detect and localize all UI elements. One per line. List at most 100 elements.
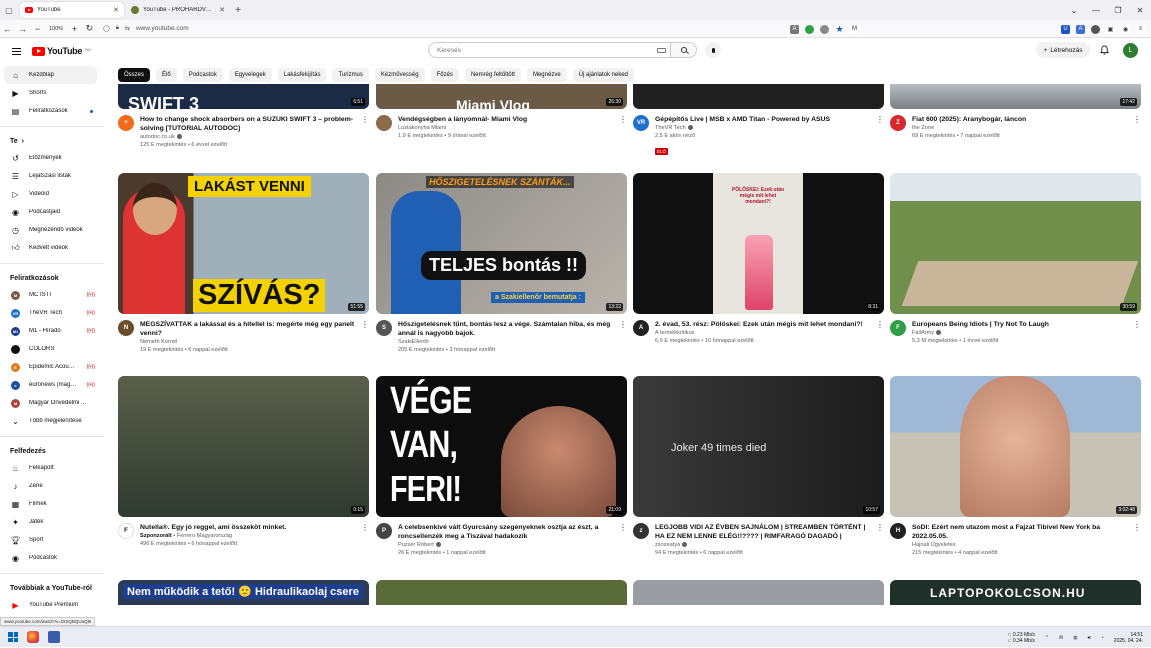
- video-card[interactable]: [376, 580, 627, 605]
- video-thumbnail[interactable]: HŐSZIGETELÉSNEK SZÁNTÁK... TELJES bontás …: [376, 173, 627, 314]
- translate-icon[interactable]: A: [1076, 24, 1085, 34]
- firefox-icon[interactable]: [27, 631, 39, 643]
- chip-filter[interactable]: Új ajánlatok neked: [572, 68, 635, 82]
- channel-name[interactable]: A termékkritikus: [655, 329, 874, 337]
- video-thumbnail[interactable]: PÖLÖSKEI: Ezek után mégis mit lehet mond…: [633, 173, 884, 314]
- create-button[interactable]: + Létrehozás: [1036, 42, 1090, 58]
- video-title[interactable]: Fiat 600 (2025): Aranybogár, láncon: [912, 115, 1131, 124]
- video-title[interactable]: Vendégségben a lányomnál- Miami Vlog: [398, 115, 617, 124]
- close-icon[interactable]: ✕: [219, 6, 225, 14]
- channel-name[interactable]: the Zone: [912, 124, 1131, 132]
- video-thumbnail[interactable]: [633, 84, 884, 109]
- show-more-button[interactable]: ⌄ Több megjelenítése: [4, 412, 97, 430]
- channel-name[interactable]: SzakiEllenőr: [398, 338, 617, 346]
- channel-avatar[interactable]: A: [633, 320, 649, 336]
- chip-filter[interactable]: Kézművesség: [374, 68, 425, 82]
- address-bar[interactable]: ◯ 🔒︎ ⇆ www.youtube.com: [103, 25, 189, 32]
- sidebar-item-home[interactable]: ⌂ Kezdőlap: [4, 66, 97, 84]
- zoom-out-icon[interactable]: −: [30, 24, 45, 34]
- bell-icon[interactable]: [1100, 45, 1109, 55]
- shield-icon[interactable]: ◯: [103, 25, 110, 32]
- sidebar-item-explore-4[interactable]: 🏆︎ Sport: [4, 531, 97, 549]
- video-thumbnail[interactable]: 0:15: [118, 376, 369, 517]
- video-thumbnail[interactable]: 30:59: [890, 173, 1141, 314]
- chip-filter[interactable]: Turizmus: [332, 68, 369, 82]
- channel-avatar[interactable]: Z: [890, 115, 906, 131]
- channel-name[interactable]: autodoc.co.uk: [140, 133, 359, 141]
- video-thumbnail[interactable]: SWIFT 3 6:51: [118, 84, 369, 109]
- zoom-level[interactable]: 100%: [45, 26, 67, 32]
- reload-icon[interactable]: ↻: [82, 23, 97, 34]
- more-options-icon[interactable]: ⋮: [876, 320, 884, 329]
- more-options-icon[interactable]: ⋮: [361, 115, 369, 124]
- channel-avatar[interactable]: +: [118, 115, 134, 131]
- sidebar-item-explore-5[interactable]: ◉ Podcastok: [4, 549, 97, 567]
- video-card[interactable]: VÉGE VAN, FERI! 21:09 P A celebsenkivé vált G…: [376, 376, 627, 557]
- shield-icon[interactable]: [1091, 24, 1100, 34]
- sidebar-item-more-yt-0[interactable]: ▶ YouTube Premium: [4, 596, 97, 614]
- more-options-icon[interactable]: ⋮: [361, 523, 369, 532]
- close-window-icon[interactable]: ✕: [1129, 0, 1151, 20]
- video-title[interactable]: Gépépítős Live | MSB x AMD Titan - Power…: [655, 115, 874, 124]
- extension-icon[interactable]: [805, 24, 814, 34]
- sidebar-item-you-3[interactable]: ◉ Podcastjaid: [4, 203, 97, 221]
- channel-name[interactable]: TheVR Tech: [655, 124, 874, 132]
- close-icon[interactable]: ✕: [113, 6, 119, 14]
- sidebar-item-channel[interactable]: VR TheVR Tech ((•)): [4, 304, 97, 322]
- more-options-icon[interactable]: ⋮: [876, 115, 884, 124]
- video-card[interactable]: 0:15 F Nutella®. Egy jó reggel, ami összek…: [118, 376, 369, 548]
- video-thumbnail[interactable]: 17:42: [890, 84, 1141, 109]
- chip-filter[interactable]: Nemrég feltöltött: [464, 68, 521, 82]
- channel-avatar[interactable]: F: [118, 523, 134, 539]
- video-card[interactable]: 17:42 Z Fiat 600 (2025): Aranybogár, lánco…: [890, 84, 1141, 140]
- channel-name[interactable]: Hajnali Ügyeletes: [912, 541, 1131, 549]
- browser-tab-youtube[interactable]: YouTube ✕: [20, 2, 124, 18]
- pocket-icon[interactable]: ▣: [1106, 24, 1115, 34]
- video-card[interactable]: Joker 49 times died 10:57 z LEGJOBB VIDI AZ…: [633, 376, 884, 557]
- video-title[interactable]: A celebsenkivé vált Gyurcsány szegényekn…: [398, 523, 617, 541]
- restore-icon[interactable]: ❐: [1107, 0, 1129, 20]
- video-thumbnail[interactable]: LAPTOPOKOLCSON.HU: [890, 580, 1141, 605]
- app-icon[interactable]: [48, 631, 60, 643]
- channel-avatar[interactable]: F: [890, 320, 906, 336]
- chip-filter[interactable]: Főzés: [430, 68, 459, 82]
- sidebar-item-channel[interactable]: M1 M1 - Híradó ((•)): [4, 322, 97, 340]
- video-thumbnail[interactable]: Joker 49 times died 10:57: [633, 376, 884, 517]
- channel-name[interactable]: Puzsér Róbert: [398, 541, 617, 549]
- keyboard-icon[interactable]: [657, 47, 666, 53]
- video-card[interactable]: Nem működik a tető! 🙁 Hidraulikaolaj cse…: [118, 580, 369, 605]
- sidebar-item-you-1[interactable]: ☰ Lejátszási listák: [4, 167, 97, 185]
- new-tab-button[interactable]: +: [230, 5, 246, 16]
- volume-icon[interactable]: 🔊︎: [1088, 635, 1091, 641]
- chip-filter[interactable]: Élő: [156, 68, 177, 82]
- chip-filter[interactable]: Egyvelegek: [228, 68, 272, 82]
- mail-icon[interactable]: ✉: [1059, 635, 1063, 641]
- search-input[interactable]: [437, 46, 657, 54]
- sidebar-item-subscriptions[interactable]: ▤ Feliratkozások: [4, 102, 97, 120]
- channel-avatar[interactable]: N: [118, 320, 134, 336]
- video-card[interactable]: HŐSZIGETELÉSNEK SZÁNTÁK... TELJES bontás …: [376, 173, 627, 354]
- more-options-icon[interactable]: ⋮: [1133, 115, 1141, 124]
- chip-filter[interactable]: Megnézve: [526, 68, 567, 82]
- sidebar-item-channel[interactable]: COLORS: [4, 340, 97, 358]
- channel-name[interactable]: Lustakonyha Miami: [398, 124, 617, 132]
- channel-avatar[interactable]: P: [376, 523, 392, 539]
- video-title[interactable]: Nutella®. Egy jó reggel, ami összeköt mi…: [140, 523, 359, 532]
- tab-list-icon[interactable]: ▢: [0, 0, 18, 20]
- more-options-icon[interactable]: ⋮: [361, 320, 369, 329]
- translate-icon[interactable]: A: [790, 24, 799, 34]
- chip-filter[interactable]: Összes: [118, 68, 151, 82]
- channel-avatar[interactable]: H: [890, 523, 906, 539]
- sidebar-item-channel[interactable]: E Epidemic Acoustic ((•)): [4, 358, 97, 376]
- sidebar-item-explore-1[interactable]: ♪ Zene: [4, 477, 97, 495]
- video-thumbnail[interactable]: [633, 580, 884, 605]
- lock-icon[interactable]: 🔒︎: [116, 25, 119, 32]
- sidebar-item-shorts[interactable]: ▶︎ Shorts: [4, 84, 97, 102]
- clock[interactable]: 14:51 2025. 04. 24.: [1114, 632, 1143, 644]
- chevron-down-icon[interactable]: ⌄: [1063, 0, 1085, 20]
- sidebar-item-channel[interactable]: M MC ISTI ((•)): [4, 286, 97, 304]
- video-title[interactable]: Hőszigetelésnek tűnt, bontás lesz a vége…: [398, 320, 617, 338]
- extension-icon[interactable]: U: [1061, 24, 1070, 34]
- voice-search-button[interactable]: [705, 42, 721, 58]
- video-thumbnail[interactable]: LAKÁST VENNI SZÍVÁS? 51:55: [118, 173, 369, 314]
